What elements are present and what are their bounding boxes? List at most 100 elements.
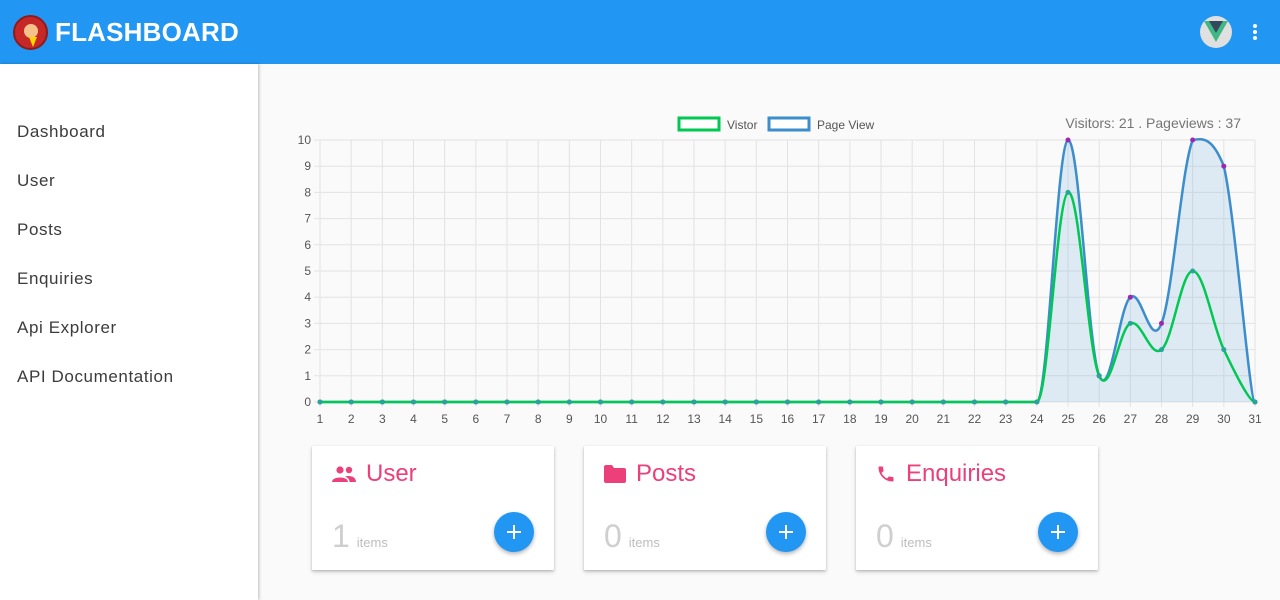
- y-tick-label: 9: [304, 159, 311, 173]
- pageview-point: [1065, 137, 1071, 143]
- x-tick-label: 3: [379, 412, 386, 426]
- x-tick-label: 7: [504, 412, 511, 426]
- legend-pageview-swatch: [767, 116, 811, 132]
- plus-icon: [1051, 525, 1065, 539]
- visitor-point: [317, 399, 323, 405]
- vue-logo-icon: [1204, 21, 1228, 42]
- visitor-point: [972, 399, 977, 405]
- avatar[interactable]: [1200, 16, 1232, 48]
- pageview-point: [1159, 320, 1164, 326]
- app-title: FLASHBOARD: [55, 16, 239, 47]
- visitor-point: [348, 399, 354, 405]
- sidebar-nav: Dashboard User Posts Enquiries Api Explo…: [0, 64, 258, 401]
- card-count: 0 items: [876, 518, 932, 555]
- brand[interactable]: FLASHBOARD: [0, 0, 258, 64]
- stats-summary: Visitors: 21 . Pageviews : 37: [1065, 115, 1241, 131]
- count-value: 1: [332, 518, 350, 554]
- visitor-point: [722, 399, 728, 405]
- sidebar-item-enquiries[interactable]: Enquiries: [0, 254, 258, 303]
- card-header: Enquiries: [876, 460, 1006, 488]
- x-tick-label: 26: [1092, 412, 1106, 426]
- x-tick-label: 4: [410, 412, 417, 426]
- x-tick-label: 29: [1186, 412, 1200, 426]
- legend-visitor-label: Vistor: [727, 118, 757, 132]
- y-tick-label: 2: [304, 343, 311, 357]
- visitor-point: [1065, 189, 1071, 195]
- y-tick-label: 8: [304, 185, 311, 199]
- plus-icon: [779, 525, 793, 539]
- sidebar-item-dashboard[interactable]: Dashboard: [0, 107, 258, 156]
- add-post-button[interactable]: [766, 512, 806, 552]
- main-content: Visitors: 21 . Pageviews : 37 0123456789…: [258, 64, 1280, 600]
- visitor-point: [1221, 347, 1227, 353]
- folder-icon: [604, 465, 626, 483]
- visitor-point: [473, 399, 479, 405]
- count-unit: items: [356, 535, 388, 550]
- x-tick-label: 20: [905, 412, 919, 426]
- x-tick-label: 22: [968, 412, 982, 426]
- x-tick-label: 30: [1217, 412, 1231, 426]
- x-tick-label: 28: [1155, 412, 1169, 426]
- more-options-icon[interactable]: [1250, 22, 1260, 42]
- count-value: 0: [876, 518, 894, 554]
- visitor-point: [1127, 320, 1133, 326]
- card-count: 1 items: [332, 518, 388, 555]
- visitor-point: [691, 399, 697, 405]
- x-tick-label: 31: [1248, 412, 1262, 426]
- add-enquiry-button[interactable]: [1038, 512, 1078, 552]
- visitor-point: [1096, 373, 1102, 379]
- visitor-point: [504, 399, 510, 405]
- x-tick-label: 23: [999, 412, 1013, 426]
- x-tick-label: 21: [937, 412, 951, 426]
- sidebar-item-user[interactable]: User: [0, 156, 258, 205]
- x-tick-label: 2: [348, 412, 355, 426]
- x-tick-label: 25: [1061, 412, 1075, 426]
- add-user-button[interactable]: [494, 512, 534, 552]
- x-tick-label: 10: [594, 412, 608, 426]
- y-tick-label: 3: [304, 316, 311, 330]
- visitor-point: [629, 399, 635, 405]
- pageview-point: [1190, 137, 1196, 143]
- people-icon: [332, 466, 356, 482]
- visitor-point: [379, 399, 385, 405]
- sidebar-item-api-documentation[interactable]: API Documentation: [0, 352, 258, 401]
- x-tick-label: 18: [843, 412, 857, 426]
- x-tick-label: 27: [1124, 412, 1138, 426]
- visitor-point: [442, 399, 448, 405]
- visitor-point: [816, 399, 822, 405]
- y-tick-label: 4: [304, 290, 311, 304]
- card-header: User: [332, 460, 417, 488]
- x-tick-label: 24: [1030, 412, 1044, 426]
- card-title: Posts: [636, 460, 697, 487]
- x-tick-label: 9: [566, 412, 573, 426]
- y-tick-label: 5: [304, 264, 311, 278]
- line-chart: 0123456789101 2 3 4 5 6 7 8 9 10 11 12 13 14 15 16 17 18 1…: [298, 116, 1262, 426]
- pageview-point: [1221, 163, 1227, 169]
- legend-visitor-swatch: [677, 116, 721, 132]
- sidebar-item-api-explorer[interactable]: Api Explorer: [0, 303, 258, 352]
- visitor-point: [878, 399, 884, 405]
- card-header: Posts: [604, 460, 696, 488]
- flash-logo-icon: [13, 14, 48, 50]
- x-tick-label: 13: [687, 412, 701, 426]
- visitor-point: [1190, 268, 1196, 274]
- count-unit: items: [628, 535, 660, 550]
- sidebar-item-posts[interactable]: Posts: [0, 205, 258, 254]
- x-tick-label: 17: [812, 412, 826, 426]
- posts-card: Posts 0 items: [584, 446, 826, 570]
- visitor-point: [1034, 399, 1040, 405]
- visitor-point: [660, 399, 666, 405]
- enquiries-card: Enquiries 0 items: [856, 446, 1098, 570]
- y-tick-label: 7: [304, 212, 311, 226]
- phone-icon: [878, 466, 894, 482]
- y-tick-label: 1: [304, 369, 311, 383]
- visitor-point: [566, 399, 572, 405]
- x-tick-label: 8: [535, 412, 542, 426]
- x-tick-label: 1: [317, 412, 324, 426]
- x-tick-label: 19: [874, 412, 888, 426]
- card-count: 0 items: [604, 518, 660, 555]
- count-unit: items: [900, 535, 932, 550]
- y-tick-label: 0: [304, 395, 311, 409]
- sidebar: Dashboard User Posts Enquiries Api Explo…: [0, 64, 258, 600]
- card-title: User: [366, 460, 417, 487]
